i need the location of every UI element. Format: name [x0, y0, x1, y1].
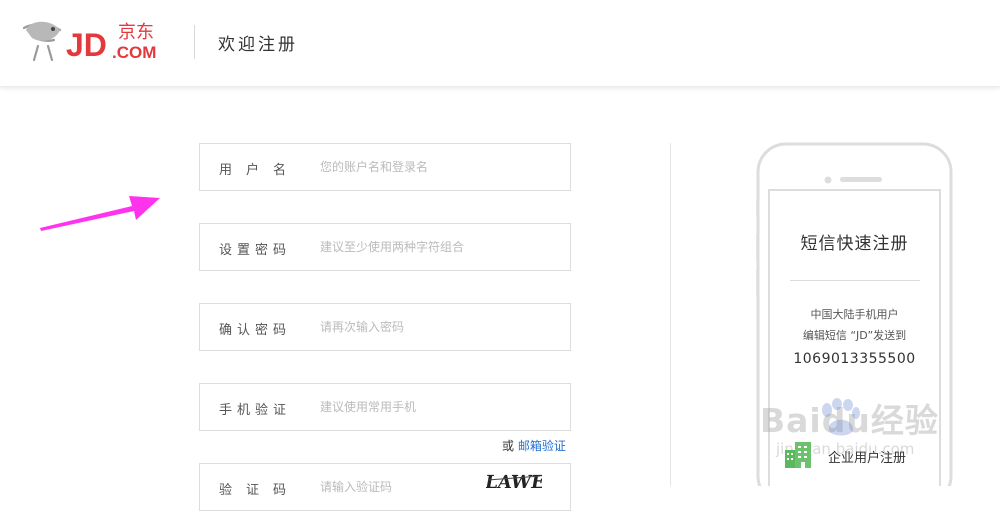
captcha-label: 验证码	[219, 483, 301, 498]
username-label: 用户名	[219, 163, 301, 178]
captcha-field[interactable]: 验证码 LAWE	[199, 463, 571, 511]
phone-label: 手机验证	[219, 403, 292, 418]
or-text: 或	[502, 439, 515, 453]
confirm-password-label: 确认密码	[219, 323, 292, 338]
sms-divider	[790, 280, 920, 281]
header-bar: JD 京东 .COM 欢迎注册	[0, 0, 1000, 87]
svg-text:京东: 京东	[118, 22, 154, 43]
sms-instruction-line1: 中国大陆手机用户	[810, 308, 899, 321]
annotation-arrow	[40, 196, 160, 231]
captcha-input[interactable]	[320, 474, 470, 500]
password-label: 设置密码	[219, 243, 292, 258]
password-field[interactable]: 设置密码	[199, 223, 571, 271]
phone-field[interactable]: 手机验证	[199, 383, 571, 431]
email-verify-switch: 或 邮箱验证	[502, 437, 566, 454]
sms-number: 1069013355500	[793, 351, 916, 367]
username-field[interactable]: 用户名	[199, 143, 571, 191]
svg-text:JD: JD	[66, 27, 107, 63]
column-divider	[670, 143, 671, 486]
confirm-password-input[interactable]	[320, 314, 560, 340]
email-verify-link[interactable]: 邮箱验证	[518, 439, 566, 453]
sms-instruction-line2: 编辑短信 “JD”发送到	[802, 329, 907, 342]
baidu-paw-icon	[822, 398, 860, 436]
captcha-text: LAWE	[486, 472, 542, 493]
captcha-image[interactable]: LAWE	[486, 466, 542, 496]
username-input[interactable]	[320, 154, 560, 180]
building-icon[interactable]	[783, 440, 813, 468]
header-divider	[194, 25, 195, 59]
jd-logo[interactable]: JD 京东 .COM	[20, 16, 176, 66]
password-input[interactable]	[320, 234, 560, 260]
svg-text:.COM: .COM	[112, 43, 156, 62]
sms-register-title: 短信快速注册	[800, 234, 909, 254]
enterprise-register-link[interactable]: 企业用户注册	[828, 447, 906, 466]
phone-input[interactable]	[320, 394, 560, 420]
confirm-password-field[interactable]: 确认密码	[199, 303, 571, 351]
page-title: 欢迎注册	[218, 35, 298, 55]
